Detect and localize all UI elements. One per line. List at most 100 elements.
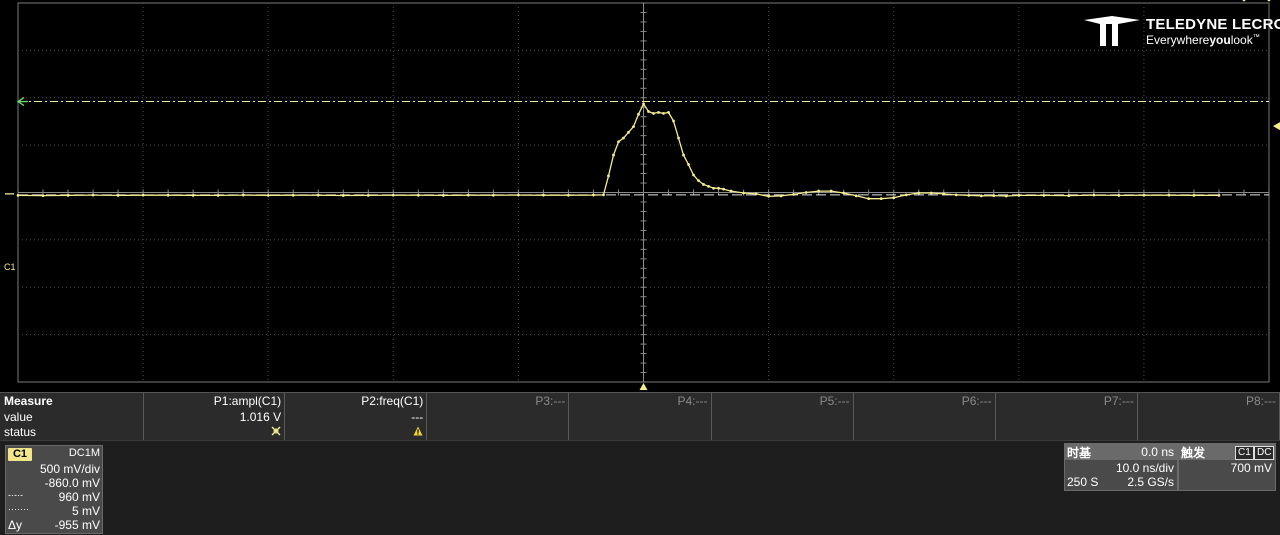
waveform-display[interactable]: C1 [0, 0, 1280, 392]
trace-point [1017, 194, 1021, 197]
measure-param-8[interactable]: P8:--- [1138, 393, 1280, 440]
measure-param-5[interactable]: P5:--- [712, 393, 854, 440]
trace-point [1042, 193, 1046, 197]
teledyne-logo-icon [1084, 16, 1140, 46]
trace-point [627, 130, 630, 134]
trace-point [892, 196, 896, 200]
trace-point [692, 173, 695, 177]
warning-icon [413, 425, 423, 439]
trace-point [867, 197, 871, 201]
measure-title[interactable]: Measure [4, 394, 53, 408]
trigger-label: 触发 [1181, 446, 1206, 460]
trace-point [647, 110, 650, 113]
trace-point [929, 191, 933, 195]
trace-point [1067, 194, 1071, 198]
trace-point [754, 192, 758, 196]
channel-coupling: DC1M [68, 447, 100, 459]
measure-param-7[interactable]: P7:--- [996, 393, 1138, 440]
level-markers [5, 96, 1280, 390]
trace-point [662, 111, 665, 115]
trace-point [904, 193, 908, 197]
trigger-level-arrow-icon [1273, 122, 1280, 131]
trace-point [41, 194, 45, 198]
trace-point [657, 111, 660, 114]
graticule [17, 2, 1270, 383]
trigger-descriptor[interactable]: 触发 C1 DC 700 mV [1178, 443, 1276, 491]
trace-point [592, 193, 595, 197]
trace-point [702, 183, 705, 186]
channel-badge[interactable]: C1 [8, 448, 32, 461]
trace-point [717, 186, 720, 190]
trace-point [441, 194, 445, 197]
param-name: P8:--- [1246, 394, 1276, 408]
c1-trace [17, 102, 1219, 200]
measure-label-column: Measure value status [0, 393, 144, 440]
trace-point [767, 194, 770, 198]
trace-point [612, 153, 615, 157]
param-name: P1:ampl(C1) [213, 394, 282, 408]
trace-point [879, 197, 883, 201]
measure-param-3[interactable]: P3:--- [427, 393, 570, 440]
trace-point [942, 192, 946, 196]
timebase-delay: 0.0 ns [1141, 445, 1174, 459]
trace-point [517, 193, 520, 197]
measure-table[interactable]: Measure value status P1:ampl(C1) 1.016 VP… [0, 392, 1280, 440]
trace-point [191, 193, 195, 197]
cursor-level-arrow-icon [16, 96, 28, 107]
channel-c1-descriptor[interactable]: C1 DC1M 500 mV/div -860.0 mV -·-·- 960 mV… [5, 445, 103, 534]
trace-point [637, 112, 640, 116]
trace-point [341, 194, 345, 197]
trigger-coupling: DC [1254, 446, 1275, 460]
timebase-rate: 2.5 GS/s [1127, 475, 1174, 489]
trace-point [241, 193, 245, 197]
trigger-source: C1 [1235, 446, 1254, 460]
trace-point [602, 193, 605, 197]
trace-point [1092, 193, 1096, 197]
trace-point [216, 194, 220, 197]
brand-name: TELEDYNE LECROY [1146, 16, 1280, 33]
trace-point [742, 191, 745, 195]
trace-point [607, 174, 610, 178]
param-name: P6:--- [961, 394, 992, 408]
offset-row: -860.0 mV [44, 476, 100, 490]
param-name: P7:--- [1103, 394, 1134, 408]
trace-point [979, 194, 983, 198]
trigger-time-arrow-icon [639, 383, 648, 390]
trace-point [712, 186, 715, 190]
measure-param-1[interactable]: P1:ampl(C1) 1.016 V [143, 393, 286, 440]
trace-point [391, 193, 395, 197]
measure-param-4[interactable]: P4:--- [569, 393, 712, 440]
param-name: P5:--- [819, 394, 850, 408]
trace-point [491, 193, 495, 197]
trace-point [291, 193, 295, 197]
trace-point [804, 191, 808, 194]
measure-param-6[interactable]: P6:--- [854, 393, 996, 440]
trace-point [466, 193, 470, 197]
trace-point [817, 189, 821, 193]
trace-point [992, 194, 996, 198]
trace-point [1267, 0, 1271, 2]
timebase-samples: 250 S [1067, 475, 1099, 489]
trace-point [792, 192, 796, 196]
trace-point [854, 194, 858, 198]
trace-point [1217, 193, 1221, 197]
trace-point [1117, 194, 1121, 197]
trace-point [642, 102, 645, 106]
param-name: P3:--- [535, 394, 566, 408]
trace-point [116, 194, 120, 197]
brand-tagline: Everywhereyoulook™ [1146, 33, 1260, 47]
trace-point [16, 193, 20, 197]
trace-point [842, 191, 846, 195]
trace-point [567, 193, 570, 197]
trace-point [622, 136, 625, 140]
param-name: P2:freq(C1) [361, 394, 424, 408]
channel-c1-marker[interactable]: C1 [4, 262, 16, 272]
param-value: --- [411, 410, 424, 424]
trace-point [1192, 193, 1196, 197]
trace-point [722, 187, 725, 191]
timebase-descriptor[interactable]: 时基 0.0 ns 10.0 ns/div 250 S 2.5 GS/s [1064, 443, 1178, 491]
timebase-label: 时基 [1067, 446, 1092, 460]
trace-point [917, 191, 921, 195]
measure-param-2[interactable]: P2:freq(C1) --- [285, 393, 428, 440]
cursor-dashdot-row: -·-·- 960 mV [8, 490, 100, 504]
